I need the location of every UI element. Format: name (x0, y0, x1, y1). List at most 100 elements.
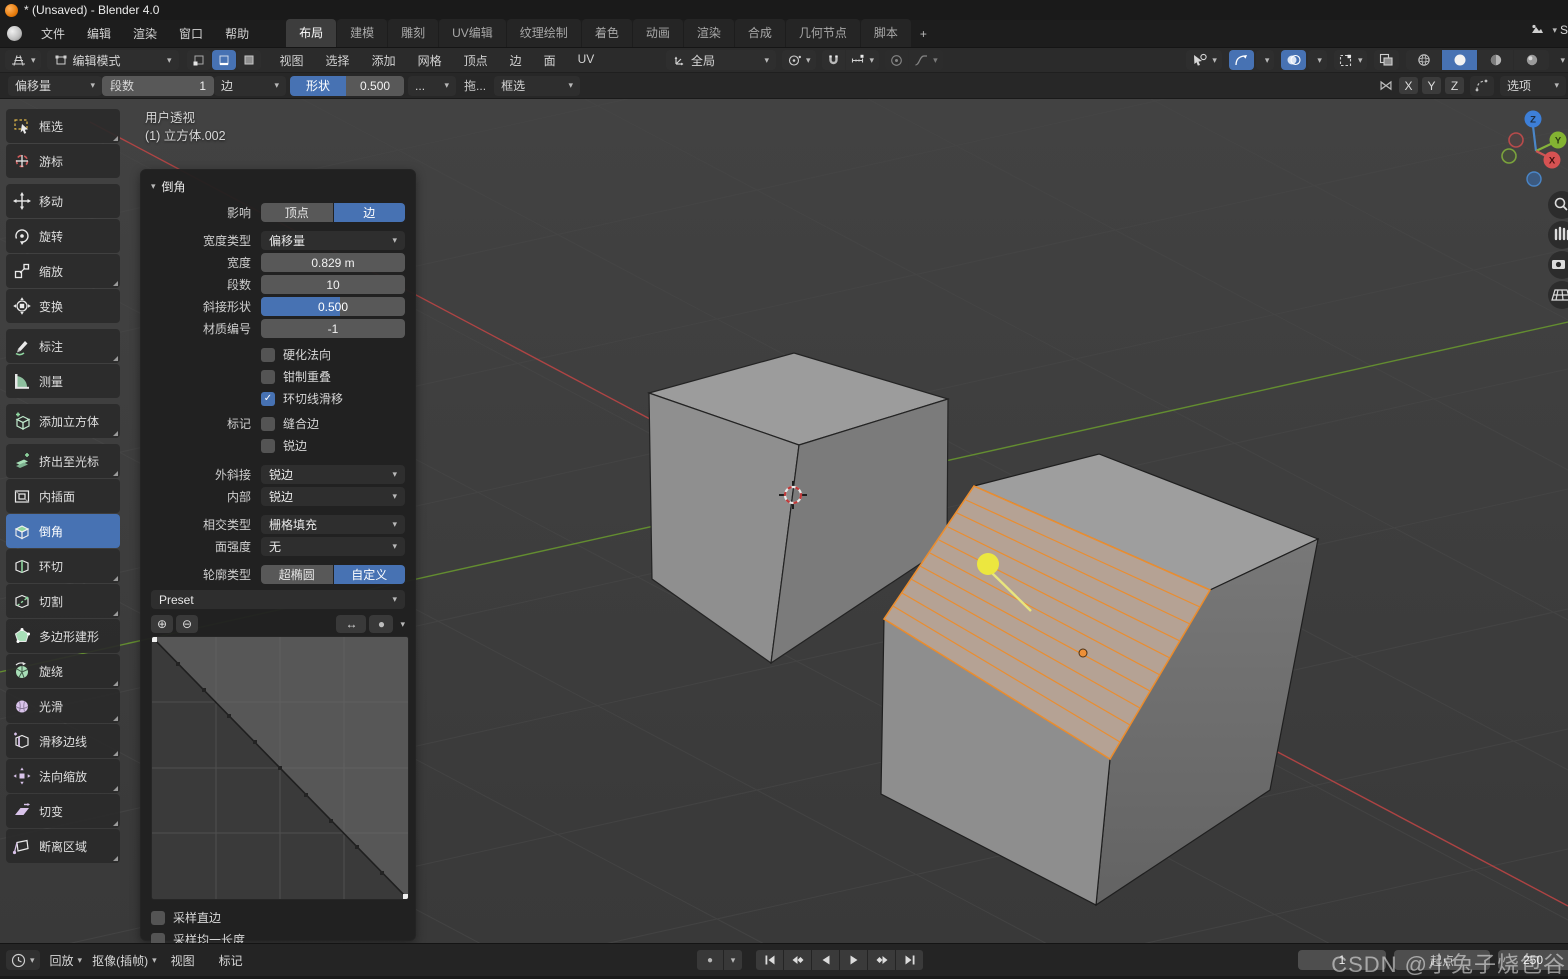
menu-keying[interactable]: 抠像(插帧) ▾ (92, 952, 157, 969)
width-field[interactable]: 0.829 m (261, 253, 405, 272)
curve-handle-end[interactable] (403, 894, 408, 899)
menu-help[interactable]: 帮助 (214, 25, 260, 42)
mode-selector[interactable]: 编辑模式 ▾ (46, 50, 179, 70)
inner-miter-dropdown[interactable]: 锐边 ▾ (261, 487, 405, 506)
face-strength-dropdown[interactable]: 无 ▾ (261, 537, 405, 556)
panel-header[interactable]: ▾ 倒角 (151, 178, 405, 195)
segments-field[interactable]: 10 (261, 275, 405, 294)
overlays-dropdown[interactable]: ▾ (1308, 50, 1327, 70)
tool-cursor[interactable]: 游标 (6, 144, 120, 178)
shading-rendered-button[interactable] (1514, 50, 1550, 70)
menu-timeline-view[interactable]: 视图 (171, 952, 195, 969)
outer-miter-dropdown[interactable]: 锐边 ▾ (261, 465, 405, 484)
curve-zoom-out-button[interactable]: ⊖ (176, 615, 198, 633)
shape-slider[interactable]: 形状 0.500 (290, 75, 405, 96)
tab-sculpting[interactable]: 雕刻 (388, 19, 439, 47)
width-type-dropdown[interactable]: 偏移量 ▾ (261, 231, 405, 250)
preset-dropdown[interactable]: Preset ▾ (151, 590, 405, 609)
3d-viewport[interactable]: Z Y X 用户透视 (1) 立方体.002 框选 游标 移动 旋转 缩放 变换… (0, 99, 1568, 943)
menu-uv[interactable]: UV (567, 52, 606, 69)
menu-add[interactable]: 添加 (361, 52, 407, 69)
curve-handle-type-button[interactable]: ● (369, 615, 394, 633)
snap-with-dropdown[interactable]: ▾ (845, 50, 880, 70)
tool-scale[interactable]: 缩放 (6, 254, 120, 288)
mirror-z-button[interactable]: Z (1445, 77, 1464, 94)
menu-face[interactable]: 面 (533, 52, 567, 69)
tool-edge-slide[interactable]: 滑移边线 (6, 724, 120, 758)
local-view-dropdown[interactable]: ▾ (1333, 50, 1368, 70)
influence-vertices-button[interactable]: 顶点 (261, 203, 333, 222)
shading-solid-button[interactable] (1442, 50, 1478, 70)
proportional-falloff-dropdown[interactable]: ▾ (909, 50, 943, 70)
menu-edit[interactable]: 编辑 (76, 25, 122, 42)
prev-keyframe-button[interactable] (784, 950, 811, 970)
mirror-x-button[interactable]: X (1399, 77, 1418, 94)
tool-rip-region[interactable]: 断离区域 (6, 829, 120, 863)
tab-shading[interactable]: 着色 (581, 19, 632, 47)
axis-neg-x-ball[interactable] (1508, 132, 1524, 148)
custom-profile-curve-widget[interactable] (151, 636, 409, 900)
gizmos-dropdown[interactable]: ▾ (1255, 50, 1275, 70)
mark-sharp-checkbox[interactable]: 锐边 (261, 437, 307, 454)
blender-menu-icon[interactable] (7, 26, 22, 41)
intersection-type-dropdown[interactable]: 栅格填充 ▾ (261, 515, 405, 534)
influence-edges-button[interactable]: 边 (333, 203, 405, 222)
vertex-select-button[interactable] (186, 50, 211, 70)
add-workspace-button[interactable]: + (912, 22, 935, 47)
tool-shrink-fatten[interactable]: 法向缩放 (6, 759, 120, 793)
play-reverse-button[interactable] (812, 950, 839, 970)
auto-keying-button[interactable]: ● (697, 950, 723, 970)
tool-measure[interactable]: 测量 (6, 364, 120, 398)
tool-move[interactable]: 移动 (6, 184, 120, 218)
tool-knife[interactable]: 切割 (6, 584, 120, 618)
profile-superellipse-button[interactable]: 超椭圆 (261, 565, 333, 584)
xray-toggle-button[interactable] (1374, 50, 1400, 70)
overlays-toggle-button[interactable] (1281, 50, 1307, 70)
tool-bevel[interactable]: 倒角 (6, 514, 120, 548)
profile-custom-button[interactable]: 自定义 (333, 565, 405, 584)
snap-toggle-button[interactable] (821, 50, 845, 70)
menu-playback[interactable]: 回放 ▾ (50, 952, 83, 969)
menu-mesh[interactable]: 网格 (407, 52, 453, 69)
curve-extend-button[interactable]: ↔ (336, 615, 367, 633)
tab-uv-editing[interactable]: UV编辑 (439, 19, 506, 47)
tool-poly-build[interactable]: 多边形建形 (6, 619, 120, 653)
drag-select-dropdown[interactable]: 框选 ▾ (494, 75, 581, 96)
tab-rendering[interactable]: 渲染 (683, 19, 734, 47)
play-button[interactable] (840, 950, 867, 970)
edge-select-button[interactable] (211, 50, 236, 70)
sample-even-checkbox[interactable]: 采样均一长度 (151, 931, 245, 943)
tool-rotate[interactable]: 旋转 (6, 219, 120, 253)
jump-to-start-button[interactable] (756, 950, 783, 970)
curve-handle-start[interactable] (152, 637, 157, 642)
face-select-button[interactable] (236, 50, 261, 70)
menu-file[interactable]: 文件 (30, 25, 76, 42)
curve-zoom-in-button[interactable]: ⊕ (151, 615, 173, 633)
loop-slide-checkbox[interactable]: ✓ 环切线滑移 (261, 390, 343, 407)
transform-orientation-dropdown[interactable]: 全局 ▾ (666, 50, 776, 70)
menu-window[interactable]: 窗口 (168, 25, 214, 42)
pivot-point-dropdown[interactable]: ▾ (782, 50, 816, 70)
tool-smooth[interactable]: 光滑 (6, 689, 120, 723)
shading-wireframe-button[interactable] (1406, 50, 1442, 70)
axis-neg-y-ball[interactable] (1501, 148, 1517, 164)
segments-field[interactable]: 段数 1 (102, 75, 214, 96)
menu-vertex[interactable]: 顶点 (453, 52, 499, 69)
tool-add-cube[interactable]: 添加立方体 (6, 404, 120, 438)
tool-box-select[interactable]: 框选 (6, 109, 120, 143)
frame-end-field[interactable]: 250 (1498, 950, 1568, 970)
current-frame-field[interactable]: 1 (1298, 950, 1386, 970)
auto-keying-dropdown[interactable]: ▾ (724, 950, 742, 970)
proportional-editing-button[interactable] (885, 50, 909, 70)
tool-transform[interactable]: 变换 (6, 289, 120, 323)
menu-markers[interactable]: 标记 (219, 952, 243, 969)
tool-spin[interactable]: 旋绕 (6, 654, 120, 688)
tab-scripting[interactable]: 脚本 (860, 19, 911, 47)
axis-neg-z-ball[interactable] (1526, 171, 1542, 187)
menu-edge[interactable]: 边 (499, 52, 533, 69)
tool-extrude[interactable]: 挤出至光标 (6, 444, 120, 478)
mark-seams-checkbox[interactable]: 缝合边 (261, 415, 319, 432)
show-gizmo-dropdown[interactable]: ▾ (1186, 50, 1222, 70)
tool-annotate[interactable]: 标注 (6, 329, 120, 363)
menu-select[interactable]: 选择 (315, 52, 361, 69)
